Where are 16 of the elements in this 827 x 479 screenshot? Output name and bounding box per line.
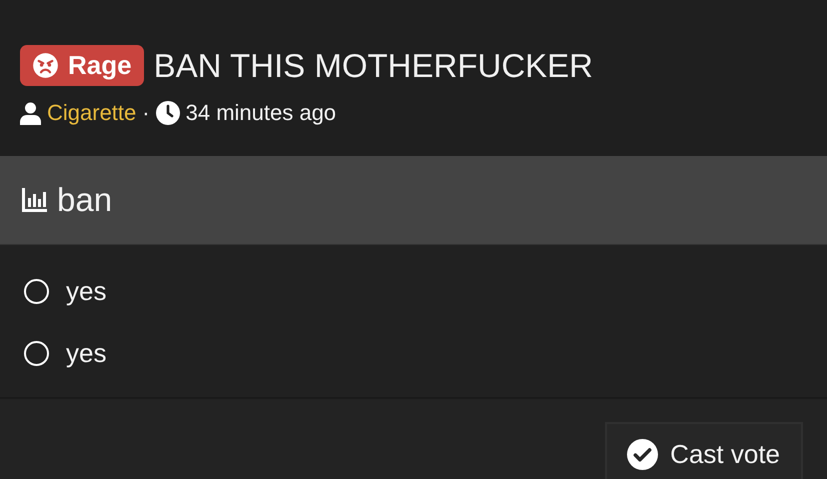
option-label[interactable]: yes: [66, 338, 106, 368]
cast-vote-button[interactable]: Cast vote: [605, 422, 803, 479]
poll-title: ban: [57, 181, 112, 219]
clock-icon: [156, 101, 180, 125]
radio-button[interactable]: [24, 278, 49, 304]
radio-button[interactable]: [24, 340, 49, 366]
post-time: 34 minutes ago: [186, 100, 336, 126]
separator: ·: [142, 100, 150, 126]
bar-chart-icon: [22, 188, 47, 212]
angry-face-icon: [32, 52, 59, 79]
post-title: BAN THIS MOTHERFUCKER: [154, 46, 594, 84]
mood-badge: Rage: [20, 45, 144, 86]
author-link[interactable]: Cigarette: [47, 100, 136, 126]
user-icon: [20, 102, 41, 124]
check-circle-icon: [627, 439, 658, 470]
option-label[interactable]: yes: [66, 276, 106, 306]
